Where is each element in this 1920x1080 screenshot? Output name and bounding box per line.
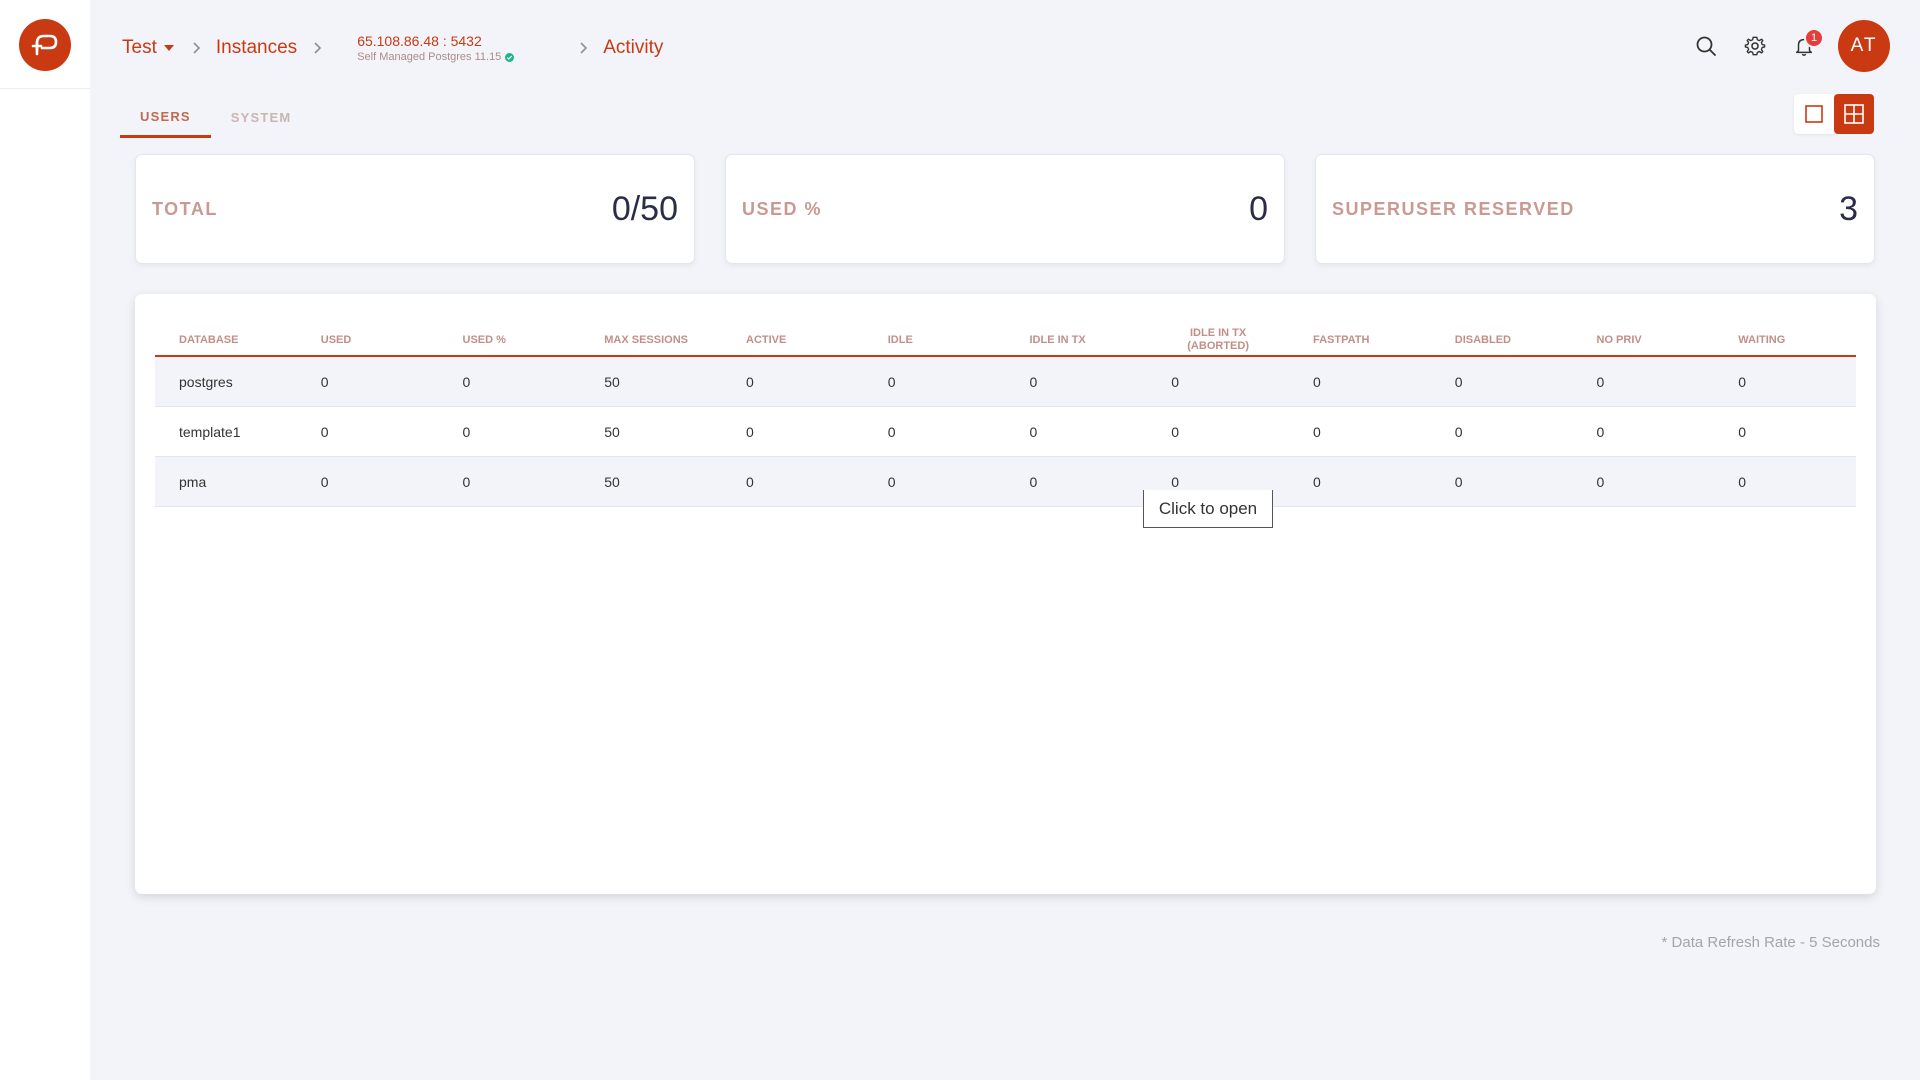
breadcrumb: Test Instances 65.108.86.48 : 5432 Self … [122,28,663,68]
table-cell: 0 [746,423,754,440]
table-cell: 0 [1313,423,1321,440]
topbar-actions: 1 AT [1674,20,1890,72]
single-view-icon [1805,105,1823,123]
table-cell: 0 [1738,373,1747,390]
table-row[interactable]: postgres 0 0 50 0 0 0 0 0 0 0 0 [155,357,1856,407]
table-cell: 0 [1171,423,1180,440]
table-cell: 0 [746,373,754,390]
tabs: USERS SYSTEM [120,97,311,138]
column-header: IDLE [887,333,913,346]
table-cell: 0 [1738,423,1747,440]
table-cell: 0 [1596,373,1605,390]
caret-down-icon [163,45,174,51]
table-cell: 0 [1596,423,1605,440]
tab-users[interactable]: USERS [120,97,211,138]
stat-value: 3 [1839,189,1858,228]
app-logo-icon[interactable] [19,19,71,71]
stat-value: 0/50 [611,189,678,228]
column-header: NO PRIV [1596,333,1642,346]
view-toggle [1794,94,1874,134]
table-cell: 0 [1313,373,1321,390]
table-cell: 0 [1029,473,1038,490]
table-cell: 0 [887,423,896,440]
table-cell: 0 [1454,423,1463,440]
table-row[interactable]: template1 0 0 50 0 0 0 0 0 0 0 0 [155,407,1856,457]
table-cell: 0 [320,423,329,440]
notifications-button[interactable]: 1 [1787,28,1824,63]
check-circle-icon [505,52,515,62]
breadcrumb-project-dropdown[interactable]: Test [122,37,174,59]
search-icon [1696,36,1716,56]
tooltip: Click to open [1143,490,1273,528]
notification-badge: 1 [1804,28,1824,48]
table-cell: 0 [746,473,754,490]
table-cell: postgres [179,373,233,390]
table-cell: 50 [604,373,620,390]
column-header: MAX SESSIONS [604,333,688,346]
table-cell: 0 [1596,473,1605,490]
column-header: FASTPATH [1313,333,1370,346]
column-header: IDLE IN TX [1029,333,1086,346]
stat-card-used-percent: USED % 0 [725,154,1285,264]
table-cell: 0 [462,473,471,490]
refresh-rate-note: * Data Refresh Rate - 5 Seconds [1661,934,1880,951]
table-header: DATABASE USED USED % MAX SESSIONS ACTIVE… [155,324,1856,357]
table-cell: 0 [1738,473,1747,490]
table-cell: 0 [1029,423,1038,440]
activity-table-card: DATABASE USED USED % MAX SESSIONS ACTIVE… [135,294,1876,894]
search-button[interactable] [1689,29,1723,63]
tab-system[interactable]: SYSTEM [211,97,312,138]
single-view-button[interactable] [1794,94,1834,134]
breadcrumb-instances-link[interactable]: Instances [216,37,297,59]
table-cell: pma [179,473,207,490]
table-cell: 0 [1454,373,1463,390]
instance-type: Self Managed Postgres 11.15 [357,50,502,63]
grid-view-button[interactable] [1834,94,1874,134]
table-cell: 50 [604,423,620,440]
avatar[interactable]: AT [1838,20,1890,72]
chevron-right-icon [192,41,202,55]
column-header: USED % [462,333,506,346]
stat-label: USED % [742,198,823,219]
breadcrumb-instance[interactable]: 65.108.86.48 : 5432 Self Managed Postgre… [357,34,567,63]
table-cell: 0 [462,373,471,390]
sidebar-divider [0,88,90,89]
table-cell: 0 [462,423,471,440]
table-cell: 0 [887,473,896,490]
table-cell: 0 [320,473,329,490]
stat-card-superuser-reserved: SUPERUSER RESERVED 3 [1315,154,1875,264]
stat-value: 0 [1249,189,1268,228]
sidebar [0,0,90,1080]
table-cell: 0 [1454,473,1463,490]
column-header: WAITING [1738,333,1786,346]
table-row[interactable]: pma 0 0 50 0 0 0 0 0 0 0 0 [155,457,1856,507]
chevron-right-icon [313,41,323,55]
column-header: ACTIVE [746,333,787,346]
table-cell: 50 [604,473,620,490]
table-cell: 0 [887,373,896,390]
settings-button[interactable] [1738,29,1772,63]
instance-type-row: Self Managed Postgres 11.15 [357,50,567,63]
column-header: DATABASE [179,333,239,346]
column-header: IDLE IN TX (ABORTED) [1187,327,1249,352]
column-header: DISABLED [1454,333,1511,346]
stat-card-total: TOTAL 0/50 [135,154,695,264]
table-cell: 0 [1313,473,1321,490]
grid-view-icon [1844,104,1864,124]
table-cell: template1 [179,423,241,440]
table-cell: 0 [1171,373,1180,390]
gear-icon [1744,36,1766,56]
column-header: USED [320,333,352,346]
table-cell: 0 [1029,373,1038,390]
stat-label: TOTAL [152,198,218,219]
table-cell: 0 [320,373,329,390]
activity-table: DATABASE USED USED % MAX SESSIONS ACTIVE… [155,324,1856,507]
chevron-right-icon [579,41,589,55]
breadcrumb-project-label: Test [122,37,157,58]
instance-host: 65.108.86.48 : 5432 [357,32,482,49]
stat-label: SUPERUSER RESERVED [1332,198,1575,219]
breadcrumb-current: Activity [603,37,664,58]
